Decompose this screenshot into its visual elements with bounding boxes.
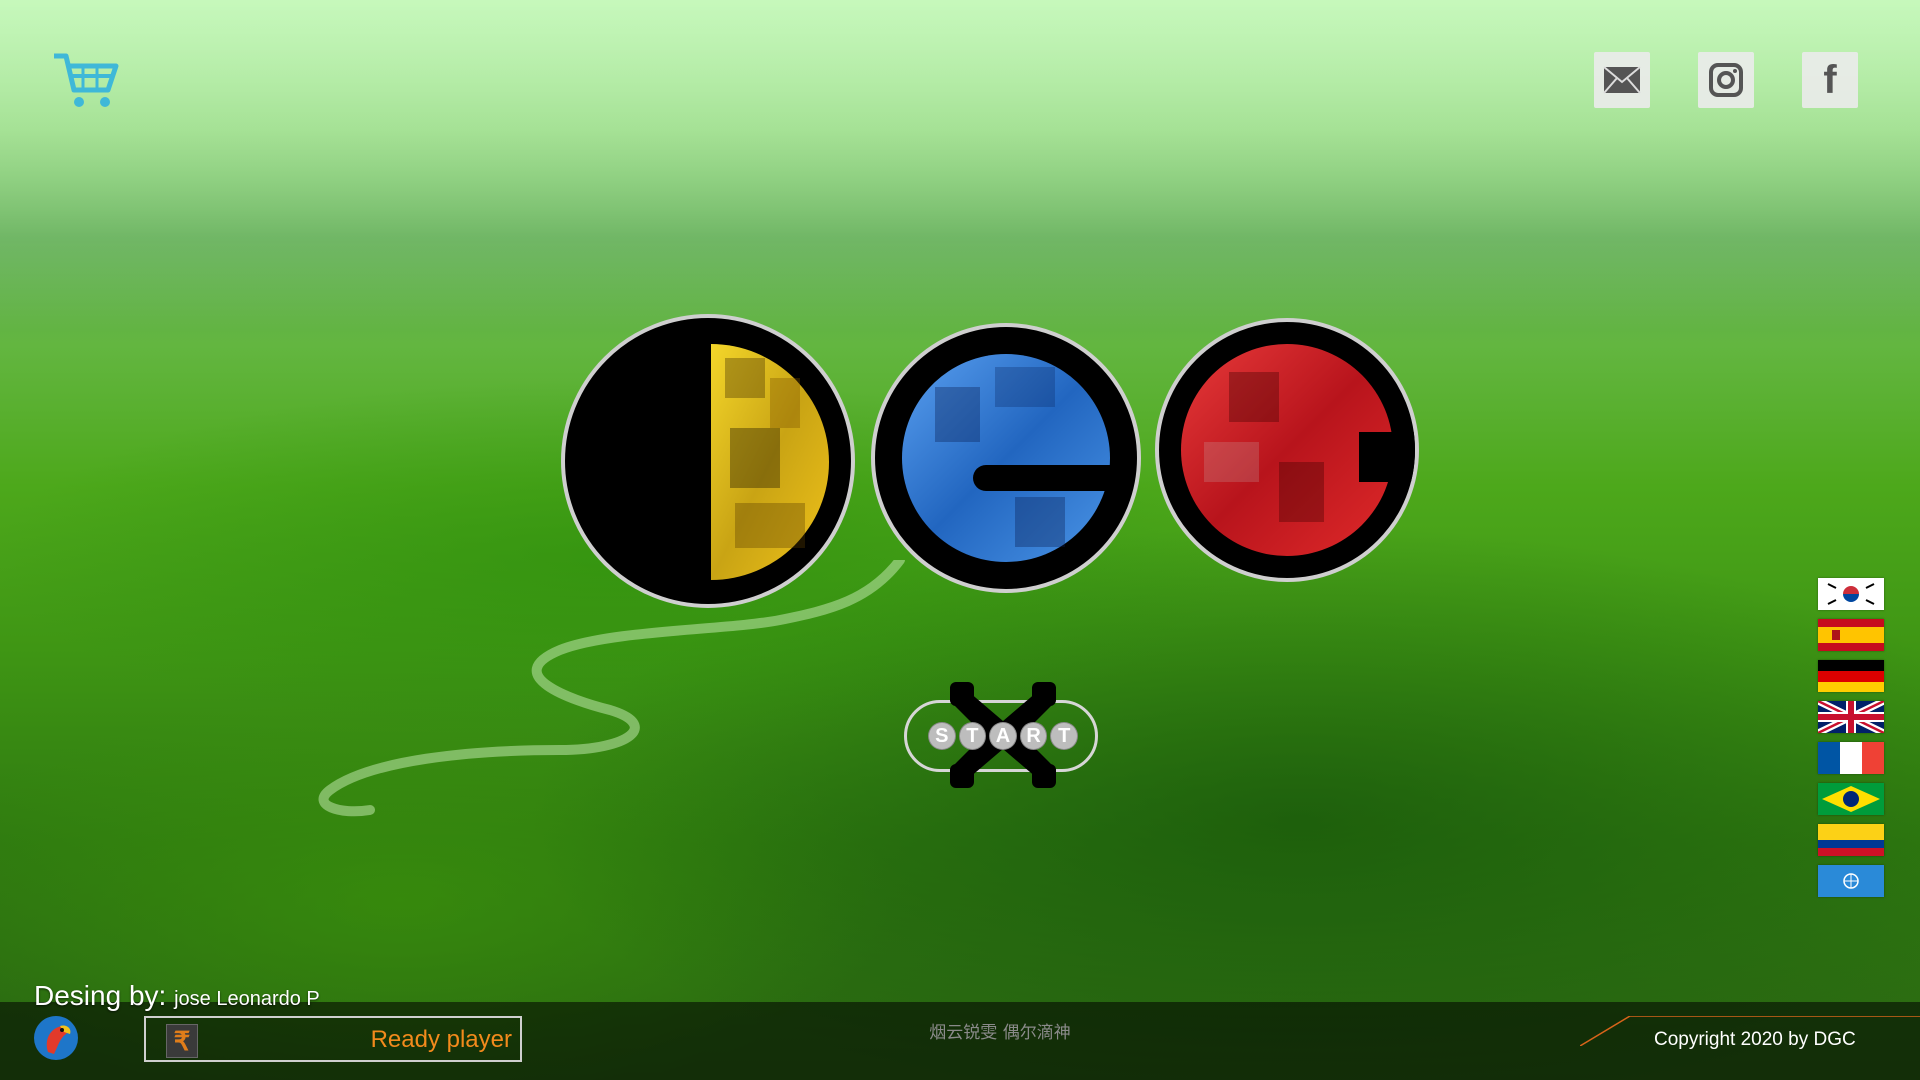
start-letter: S	[928, 722, 956, 750]
france-flag-icon[interactable]	[1818, 742, 1884, 774]
designer-name: jose Leonardo P	[174, 988, 320, 1010]
shopping-cart-icon[interactable]	[52, 50, 122, 112]
start-letter: R	[1019, 722, 1048, 750]
brazil-flag-icon[interactable]	[1818, 783, 1884, 815]
ready-player-button[interactable]: ₹ Ready player	[144, 1016, 522, 1062]
start-letter: A	[989, 722, 1017, 750]
sky-haze	[0, 0, 1920, 330]
copyright-text: Copyright 2020 by DGC	[1654, 1029, 1856, 1050]
mail-button[interactable]	[1594, 52, 1650, 108]
parrot-logo-icon[interactable]	[34, 1016, 78, 1060]
logo-letter-c	[1155, 318, 1419, 582]
footer-center-text: 烟云锐雯 偶尔滴神	[929, 1023, 1071, 1043]
start-button[interactable]: S T A R T	[904, 676, 1104, 796]
germany-flag-icon[interactable]	[1818, 660, 1884, 692]
ready-player-label: Ready player	[370, 1026, 512, 1053]
language-selector	[1818, 578, 1884, 906]
envelope-icon	[1603, 66, 1641, 94]
united-kingdom-flag-icon[interactable]	[1818, 701, 1884, 733]
logo-letter-d	[561, 314, 855, 608]
united-nations-flag-icon[interactable]	[1818, 865, 1884, 897]
colombia-flag-icon[interactable]	[1818, 824, 1884, 856]
background-river	[318, 560, 905, 817]
facebook-button[interactable]: f	[1802, 52, 1858, 108]
start-label: S T A R T	[928, 722, 1078, 752]
start-letter: T	[1050, 722, 1078, 750]
south-korea-flag-icon[interactable]	[1818, 578, 1884, 610]
start-letter: T	[958, 722, 987, 750]
logo-letter-g	[871, 323, 1141, 593]
facebook-icon: f	[1823, 58, 1837, 102]
designer-label: Desing by:	[34, 980, 167, 1011]
designer-credit: Desing by: jose Leonardo P	[34, 980, 320, 1012]
instagram-button[interactable]	[1698, 52, 1754, 108]
instagram-icon	[1709, 63, 1743, 97]
spain-flag-icon[interactable]	[1818, 619, 1884, 651]
rupee-icon: ₹	[166, 1024, 198, 1058]
